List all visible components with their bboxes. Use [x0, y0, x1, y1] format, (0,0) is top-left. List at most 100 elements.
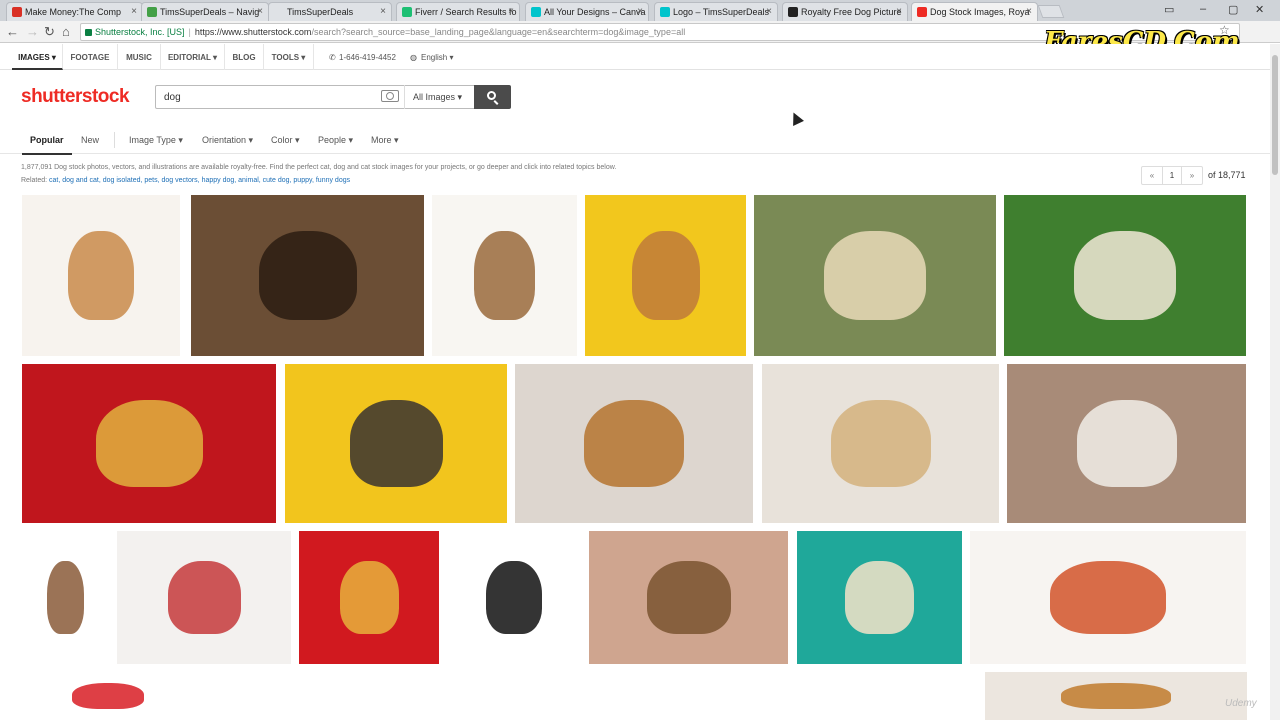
- browser-tab[interactable]: TimsSuperDeals ×: [268, 2, 392, 21]
- browser-tab[interactable]: Royalty Free Dog Picture ×: [782, 2, 908, 21]
- dog-illustration-icon: [647, 561, 731, 634]
- nav-tools[interactable]: TOOLS ▾: [264, 44, 314, 70]
- search-button[interactable]: [474, 85, 511, 109]
- image-tile-cartoon-dogs-collection[interactable]: [22, 195, 180, 356]
- image-tile-red-paper-dog[interactable]: [22, 672, 194, 720]
- related-label: Related:: [21, 177, 48, 184]
- image-tile-calligraphy-2018[interactable]: [447, 531, 580, 664]
- image-tile-golden-dog-partial[interactable]: [985, 672, 1247, 720]
- page-number-input[interactable]: 1: [1162, 167, 1182, 184]
- site-top-nav: IMAGES ▾ FOOTAGE MUSIC EDITORIAL ▾ BLOG …: [0, 44, 1280, 70]
- image-tile-cartoon-dog-breeds[interactable]: [432, 195, 577, 356]
- filter-image-type[interactable]: Image Type ▾: [129, 135, 183, 146]
- profile-icon[interactable]: ▭: [1164, 3, 1174, 16]
- tab-title: Dog Stock Images, Roya: [930, 7, 1030, 17]
- close-tab-icon[interactable]: ×: [257, 6, 263, 17]
- globe-icon: ◍: [410, 53, 417, 62]
- phone-icon: ✆: [329, 53, 336, 62]
- browser-tab[interactable]: Logo – TimsSuperDeals ×: [654, 2, 778, 21]
- image-tile-dog-yellow-background[interactable]: [285, 364, 507, 523]
- search-icon: [487, 91, 496, 100]
- dog-illustration-icon: [845, 561, 914, 634]
- language-select[interactable]: English ▾: [421, 53, 453, 62]
- filter-people[interactable]: People ▾: [318, 135, 353, 146]
- reload-icon[interactable]: ↻: [44, 24, 55, 40]
- maximize-icon[interactable]: ▢: [1228, 3, 1238, 16]
- secure-label: Shutterstock, Inc. [US]: [95, 27, 185, 37]
- close-tab-icon[interactable]: ×: [766, 6, 772, 17]
- browser-tab[interactable]: All Your Designs – Canva ×: [525, 2, 649, 21]
- dog-illustration-icon: [96, 400, 203, 487]
- dog-illustration-icon: [831, 400, 931, 487]
- next-page-button[interactable]: »: [1182, 167, 1202, 184]
- filter-bar: Popular New Image Type ▾ Orientation ▾ C…: [0, 128, 1280, 155]
- tab-title: Royalty Free Dog Picture: [801, 7, 902, 17]
- dog-illustration-icon: [1050, 561, 1166, 634]
- close-tab-icon[interactable]: ×: [896, 6, 902, 17]
- close-window-icon[interactable]: ✕: [1255, 3, 1264, 16]
- nav-blog[interactable]: BLOG: [225, 44, 264, 70]
- image-tile-dog-icons-pattern[interactable]: [797, 531, 962, 664]
- nav-music[interactable]: MUSIC: [118, 44, 161, 70]
- new-tab-button[interactable]: [1037, 5, 1065, 18]
- tab-favicon-icon: [660, 7, 670, 17]
- dog-illustration-icon: [68, 231, 134, 320]
- image-tile-dog-on-grass[interactable]: [1004, 195, 1246, 356]
- mouse-cursor-icon: [788, 110, 804, 126]
- home-icon[interactable]: ⌂: [62, 24, 70, 39]
- browser-tab[interactable]: Make Money:The Comp ×: [6, 2, 143, 21]
- image-tile-man-petting-labrador[interactable]: [754, 195, 996, 356]
- dog-illustration-icon: [824, 231, 926, 320]
- browser-tab-active[interactable]: Dog Stock Images, Roya ×: [911, 2, 1038, 21]
- image-tile-blank-tile[interactable]: [202, 672, 978, 720]
- image-tile-dog-on-yellow[interactable]: [585, 195, 746, 356]
- camera-search-icon[interactable]: [381, 90, 399, 102]
- image-tile-woman-with-pug[interactable]: [589, 531, 788, 664]
- tab-title: Fiverr / Search Results fo: [415, 7, 517, 17]
- filter-orientation[interactable]: Orientation ▾: [202, 135, 253, 146]
- nav-editorial[interactable]: EDITORIAL ▾: [161, 44, 225, 70]
- dog-illustration-icon: [259, 231, 357, 320]
- tab-new[interactable]: New: [81, 135, 99, 145]
- forward-icon[interactable]: →: [26, 24, 39, 39]
- filter-more[interactable]: More ▾: [371, 135, 399, 146]
- image-tile-happy-new-year-2018-dog[interactable]: [117, 531, 291, 664]
- browser-tabstrip: Make Money:The Comp × TimsSuperDeals – Na…: [0, 0, 1280, 21]
- related-links[interactable]: cat, dog and cat, dog isolated, pets, do…: [49, 177, 350, 184]
- related-topics: Related: cat, dog and cat, dog isolated,…: [21, 177, 350, 184]
- filter-divider: [114, 132, 115, 148]
- image-type-select[interactable]: All Images ▾: [404, 85, 474, 109]
- browser-tab[interactable]: TimsSuperDeals – Navig ×: [141, 2, 269, 21]
- tab-favicon-icon: [917, 7, 927, 17]
- back-icon[interactable]: ←: [6, 24, 19, 39]
- tab-popular[interactable]: Popular: [22, 135, 71, 155]
- image-tile-chinese-new-year-2018[interactable]: [22, 364, 276, 523]
- image-tile-red-fox-dogs-set[interactable]: [970, 531, 1246, 664]
- close-tab-icon[interactable]: ×: [1026, 6, 1032, 17]
- nav-footage[interactable]: FOOTAGE: [63, 44, 118, 70]
- image-tile-golden-retriever-and-cat[interactable]: [515, 364, 753, 523]
- tab-title: TimsSuperDeals: [287, 7, 354, 17]
- close-tab-icon[interactable]: ×: [131, 6, 137, 17]
- tab-favicon-icon: [147, 7, 157, 17]
- tab-title: Logo – TimsSuperDeals: [673, 7, 770, 17]
- nav-images[interactable]: IMAGES ▾: [12, 44, 63, 70]
- image-tile-sitting-collie[interactable]: [22, 531, 109, 664]
- image-tile-red-chinese-dog-emblem[interactable]: [299, 531, 439, 664]
- close-tab-icon[interactable]: ×: [508, 6, 514, 17]
- close-tab-icon[interactable]: ×: [637, 6, 643, 17]
- image-tile-woman-with-white-dog[interactable]: [1007, 364, 1246, 523]
- scrollbar-thumb[interactable]: [1272, 55, 1278, 175]
- image-tile-man-high-five-dog[interactable]: [762, 364, 999, 523]
- prev-page-button[interactable]: «: [1142, 167, 1162, 184]
- tab-favicon-icon: [788, 7, 798, 17]
- phone-number[interactable]: 1-646-419-4452: [339, 53, 396, 62]
- browser-tab[interactable]: Fiverr / Search Results fo ×: [396, 2, 520, 21]
- close-tab-icon[interactable]: ×: [380, 6, 386, 17]
- dog-illustration-icon: [474, 231, 535, 320]
- image-tile-puppy-lying-on-ground[interactable]: [191, 195, 424, 356]
- filter-color[interactable]: Color ▾: [271, 135, 300, 146]
- minimize-icon[interactable]: –: [1200, 3, 1206, 15]
- dog-illustration-icon: [1077, 400, 1177, 487]
- shutterstock-logo[interactable]: shutterstock: [21, 86, 130, 108]
